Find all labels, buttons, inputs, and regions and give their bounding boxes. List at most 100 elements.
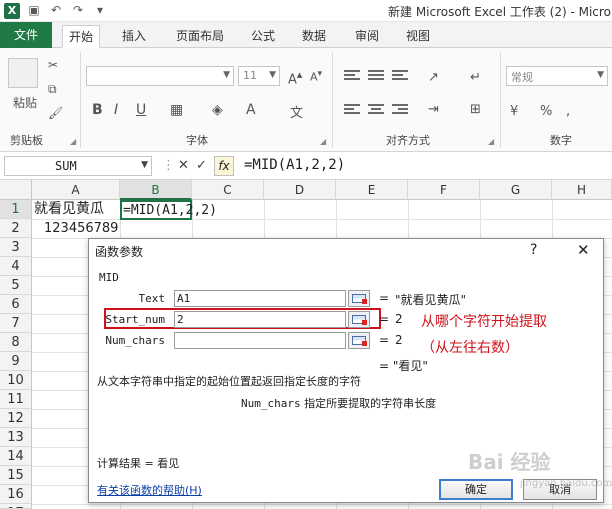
paste-icon[interactable] — [8, 58, 38, 88]
arg-result-num-chars: 2 — [395, 333, 403, 347]
function-name: MID — [99, 271, 119, 284]
column-header[interactable]: B — [120, 180, 192, 200]
cell-a2[interactable]: 123456789 — [44, 219, 118, 238]
align-bottom-icon[interactable] — [392, 70, 408, 82]
row-header[interactable]: 3 — [0, 238, 32, 257]
font-launcher-icon[interactable]: ◢ — [320, 137, 326, 146]
help-icon[interactable]: ? — [530, 242, 537, 258]
arg-input-num-chars[interactable] — [174, 332, 346, 349]
row-header[interactable]: 11 — [0, 390, 32, 409]
formula-bar-handle-icon[interactable]: ⋮ — [162, 158, 175, 173]
cell-a1[interactable]: 就看见黄瓜 — [34, 200, 104, 219]
row-header[interactable]: 13 — [0, 428, 32, 447]
row-header[interactable]: 9 — [0, 352, 32, 371]
column-header[interactable]: E — [336, 180, 408, 200]
gridline — [32, 504, 612, 505]
row-header[interactable]: 5 — [0, 276, 32, 295]
row-header[interactable]: 8 — [0, 333, 32, 352]
close-icon[interactable]: ✕ — [577, 241, 590, 259]
collapse-dialog-icon[interactable] — [348, 332, 370, 349]
column-header[interactable]: H — [552, 180, 612, 200]
tab-insert[interactable]: 插入 — [116, 25, 152, 48]
row-header[interactable]: 2 — [0, 219, 32, 238]
tab-home[interactable]: 开始 — [62, 25, 101, 48]
align-top-icon[interactable] — [344, 70, 360, 82]
tab-page-layout[interactable]: 页面布局 — [170, 25, 230, 48]
indent-icon[interactable]: ⇥ — [428, 102, 439, 117]
customize-qat-icon[interactable]: ▾ — [92, 3, 108, 17]
bold-button[interactable]: B — [92, 102, 103, 118]
row-header[interactable]: 12 — [0, 409, 32, 428]
name-box[interactable]: SUM ▼ — [4, 156, 152, 176]
collapse-dialog-icon[interactable] — [348, 311, 370, 328]
orientation-icon[interactable]: ↗ — [428, 70, 439, 85]
tab-review[interactable]: 审阅 — [349, 25, 385, 48]
save-icon[interactable]: ▣ — [26, 3, 42, 17]
arg-input-start-num[interactable]: 2 — [174, 311, 346, 328]
align-left-icon[interactable] — [344, 104, 360, 116]
phonetic-icon[interactable]: 文 — [290, 102, 303, 121]
format-painter-icon[interactable]: 🖌 — [48, 106, 63, 120]
tab-view[interactable]: 视图 — [400, 25, 436, 48]
chevron-down-icon: ▼ — [597, 70, 604, 80]
wrap-text-icon[interactable]: ↵ — [470, 70, 481, 85]
paste-button[interactable]: 粘贴 — [8, 94, 42, 111]
excel-app-icon[interactable]: X — [4, 3, 20, 19]
chevron-down-icon[interactable]: ▼ — [141, 160, 148, 170]
undo-icon[interactable]: ↶ — [48, 3, 64, 17]
ok-button[interactable]: 确定 — [439, 479, 513, 500]
collapse-dialog-icon[interactable] — [348, 290, 370, 307]
row-header[interactable]: 14 — [0, 447, 32, 466]
equals-sign: = — [379, 333, 390, 347]
align-middle-icon[interactable] — [368, 70, 384, 82]
calculation-result: 计算结果 = 看见 — [97, 457, 180, 470]
font-color-icon[interactable]: A — [246, 102, 256, 118]
clipboard-launcher-icon[interactable]: ◢ — [70, 137, 76, 146]
tab-formulas[interactable]: 公式 — [245, 25, 281, 48]
column-header[interactable]: F — [408, 180, 480, 200]
copy-icon[interactable]: ⧉ — [48, 82, 57, 97]
italic-button[interactable]: I — [114, 102, 118, 118]
font-size-combo[interactable]: 11 ▼ — [238, 66, 280, 86]
alignment-launcher-icon[interactable]: ◢ — [488, 137, 494, 146]
row-header[interactable]: 10 — [0, 371, 32, 390]
merge-cells-icon[interactable]: ⊞ — [470, 102, 481, 117]
percent-icon[interactable]: % — [540, 104, 552, 119]
cell-b1[interactable]: =MID(A1,2,2) — [123, 201, 217, 220]
currency-icon[interactable]: ¥ — [510, 104, 518, 119]
formula-input[interactable]: =MID(A1,2,2) — [244, 157, 345, 173]
row-header[interactable]: 4 — [0, 257, 32, 276]
shrink-font-icon[interactable]: A▾ — [310, 68, 322, 84]
font-name-combo[interactable]: ▼ — [86, 66, 234, 86]
select-all-corner[interactable] — [0, 180, 32, 200]
borders-icon[interactable]: ▦ — [170, 102, 183, 118]
function-help-link[interactable]: 有关该函数的帮助(H) — [97, 482, 202, 498]
align-right-icon[interactable] — [392, 104, 408, 116]
column-header[interactable]: D — [264, 180, 336, 200]
cut-icon[interactable]: ✂ — [48, 58, 58, 72]
grow-font-icon[interactable]: A▴ — [288, 68, 302, 87]
tab-data[interactable]: 数据 — [296, 25, 332, 48]
column-header[interactable]: A — [32, 180, 120, 200]
row-header[interactable]: 7 — [0, 314, 32, 333]
cancel-entry-icon[interactable]: ✕ — [178, 158, 189, 173]
tab-file[interactable]: 文件 — [0, 22, 52, 48]
argument-description-text: 指定所要提取的字符串长度 — [304, 397, 437, 410]
row-header[interactable]: 1 — [0, 200, 32, 219]
arg-input-text[interactable]: A1 — [174, 290, 346, 307]
number-format-combo[interactable]: 常规 ▼ — [506, 66, 608, 86]
redo-icon[interactable]: ↷ — [70, 3, 86, 17]
row-header[interactable]: 6 — [0, 295, 32, 314]
row-header[interactable]: 16 — [0, 485, 32, 504]
enter-entry-icon[interactable]: ✓ — [196, 158, 207, 173]
align-center-icon[interactable] — [368, 104, 384, 116]
comma-icon[interactable]: , — [566, 104, 570, 119]
column-header[interactable]: G — [480, 180, 552, 200]
insert-function-button[interactable]: fx — [214, 156, 234, 176]
fill-color-icon[interactable]: ◈ — [212, 102, 223, 118]
gridline — [32, 219, 612, 220]
column-header[interactable]: C — [192, 180, 264, 200]
underline-button[interactable]: U — [136, 102, 146, 118]
row-header[interactable]: 15 — [0, 466, 32, 485]
row-header[interactable]: 17 — [0, 504, 32, 509]
